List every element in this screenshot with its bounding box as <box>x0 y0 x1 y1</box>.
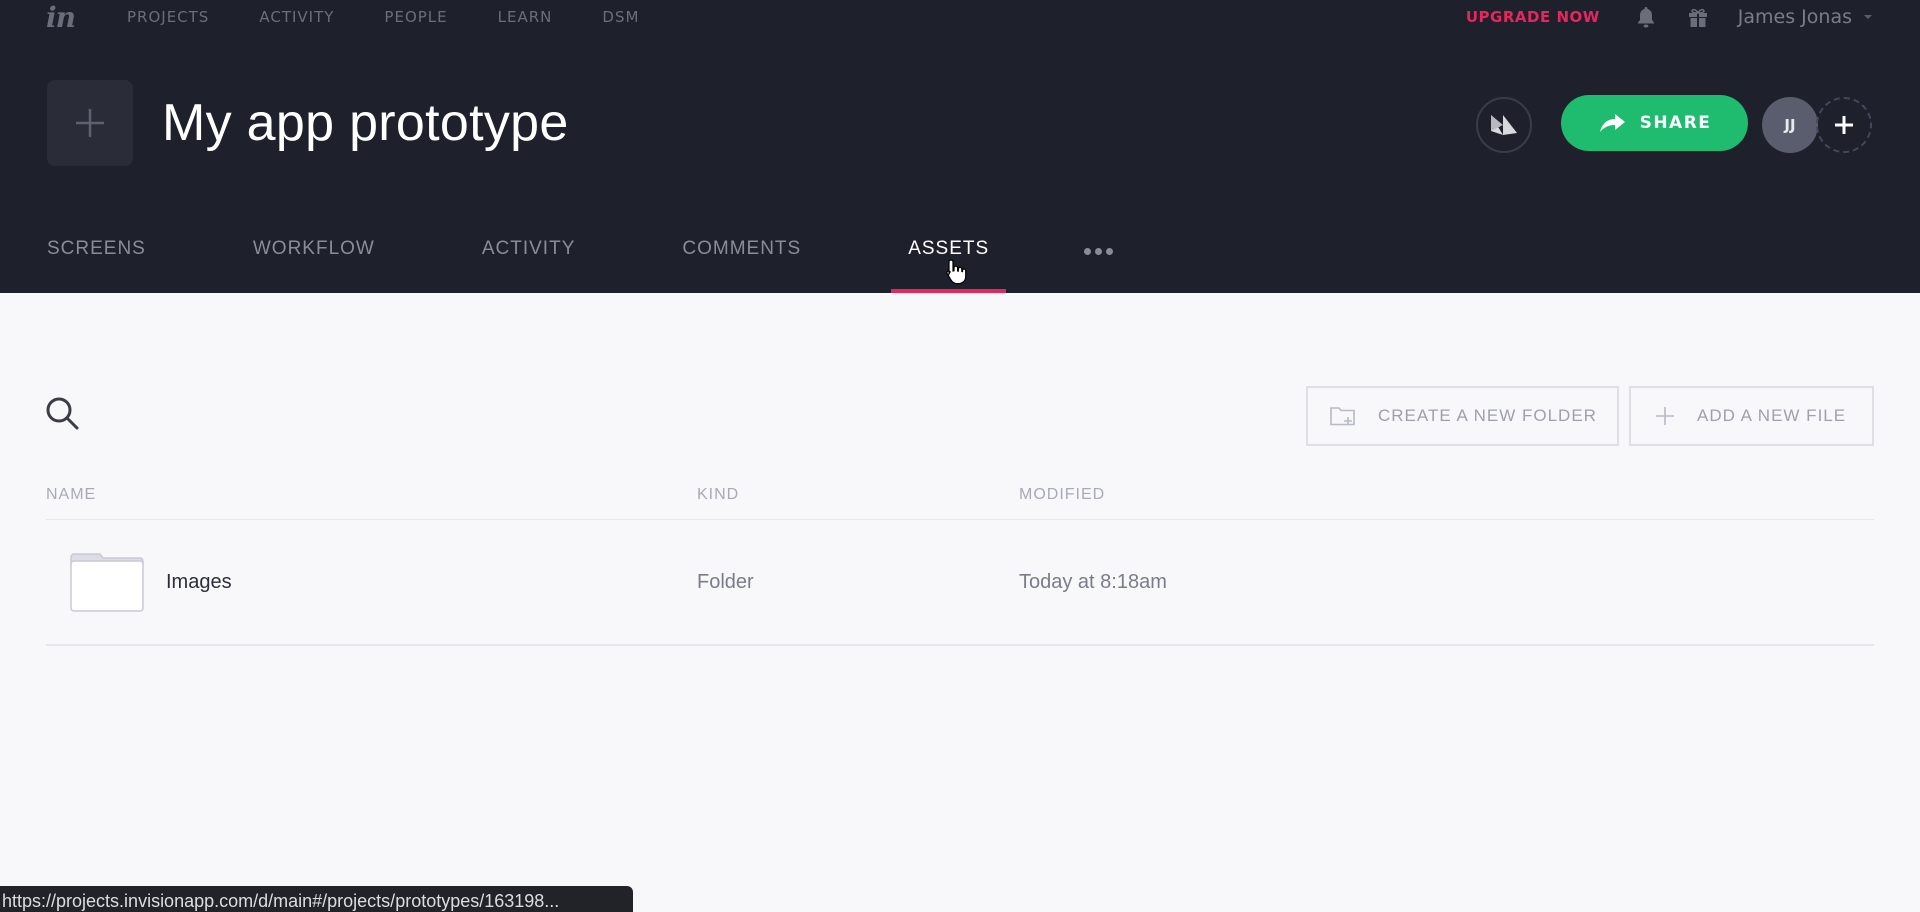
avatar[interactable]: JJ <box>1762 97 1818 153</box>
create-folder-button[interactable]: CREATE A NEW FOLDER <box>1306 386 1619 446</box>
user-menu[interactable]: James Jonas <box>1738 6 1872 28</box>
nav-activity[interactable]: ACTIVITY <box>259 8 334 26</box>
fast-forward-icon <box>1491 115 1517 135</box>
top-right-controls: UPGRADE NOW James Jonas <box>1466 0 1872 34</box>
folder-icon <box>70 553 144 612</box>
chevron-down-icon <box>1864 15 1872 19</box>
assets-table: NAME KIND MODIFIED Images Folder Today a… <box>46 470 1874 646</box>
add-collaborator-button[interactable] <box>1816 97 1872 153</box>
add-file-label: ADD A NEW FILE <box>1697 406 1847 425</box>
add-file-button[interactable]: ADD A NEW FILE <box>1629 386 1874 446</box>
table-header: NAME KIND MODIFIED <box>46 470 1874 520</box>
top-nav: PROJECTS ACTIVITY PEOPLE LEARN DSM <box>127 0 689 34</box>
bell-icon[interactable] <box>1634 5 1658 29</box>
tab-screens[interactable]: SCREENS <box>47 226 146 293</box>
row-modified: Today at 8:18am <box>1019 570 1167 593</box>
row-kind: Folder <box>697 570 754 593</box>
plus-icon <box>1656 407 1674 425</box>
nav-people[interactable]: PEOPLE <box>384 8 447 26</box>
project-header: in PROJECTS ACTIVITY PEOPLE LEARN DSM UP… <box>0 0 1920 293</box>
upgrade-now-link[interactable]: UPGRADE NOW <box>1466 8 1600 26</box>
nav-learn[interactable]: LEARN <box>498 8 553 26</box>
preview-play-button[interactable] <box>1476 97 1532 153</box>
column-header-name[interactable]: NAME <box>46 486 697 504</box>
column-header-modified[interactable]: MODIFIED <box>1019 486 1105 504</box>
nav-dsm[interactable]: DSM <box>602 8 639 26</box>
project-title: My app prototype <box>162 94 569 152</box>
share-button[interactable]: SHARE <box>1561 95 1748 151</box>
table-row[interactable]: Images Folder Today at 8:18am <box>46 520 1874 646</box>
row-name: Images <box>166 570 232 593</box>
tab-workflow[interactable]: WORKFLOW <box>253 226 375 293</box>
nav-projects[interactable]: PROJECTS <box>127 8 209 26</box>
share-arrow-icon <box>1599 114 1625 132</box>
link-status-bar: https://projects.invisionapp.com/d/main#… <box>0 886 633 912</box>
create-folder-label: CREATE A NEW FOLDER <box>1378 406 1597 425</box>
folder-plus-icon <box>1330 407 1355 426</box>
plus-icon <box>1835 116 1853 134</box>
tab-comments[interactable]: COMMENTS <box>682 226 801 293</box>
more-tabs-icon[interactable] <box>1084 226 1114 293</box>
hand-cursor-icon <box>946 259 967 285</box>
gift-icon[interactable] <box>1686 5 1710 29</box>
tab-activity[interactable]: ACTIVITY <box>482 226 576 293</box>
search-icon[interactable] <box>45 396 85 436</box>
plus-icon <box>76 109 104 137</box>
add-project-thumbnail-button[interactable] <box>47 80 133 166</box>
share-label: SHARE <box>1639 113 1712 133</box>
user-name: James Jonas <box>1737 6 1852 28</box>
column-header-kind[interactable]: KIND <box>697 486 1019 504</box>
invision-logo[interactable]: in <box>46 0 76 34</box>
